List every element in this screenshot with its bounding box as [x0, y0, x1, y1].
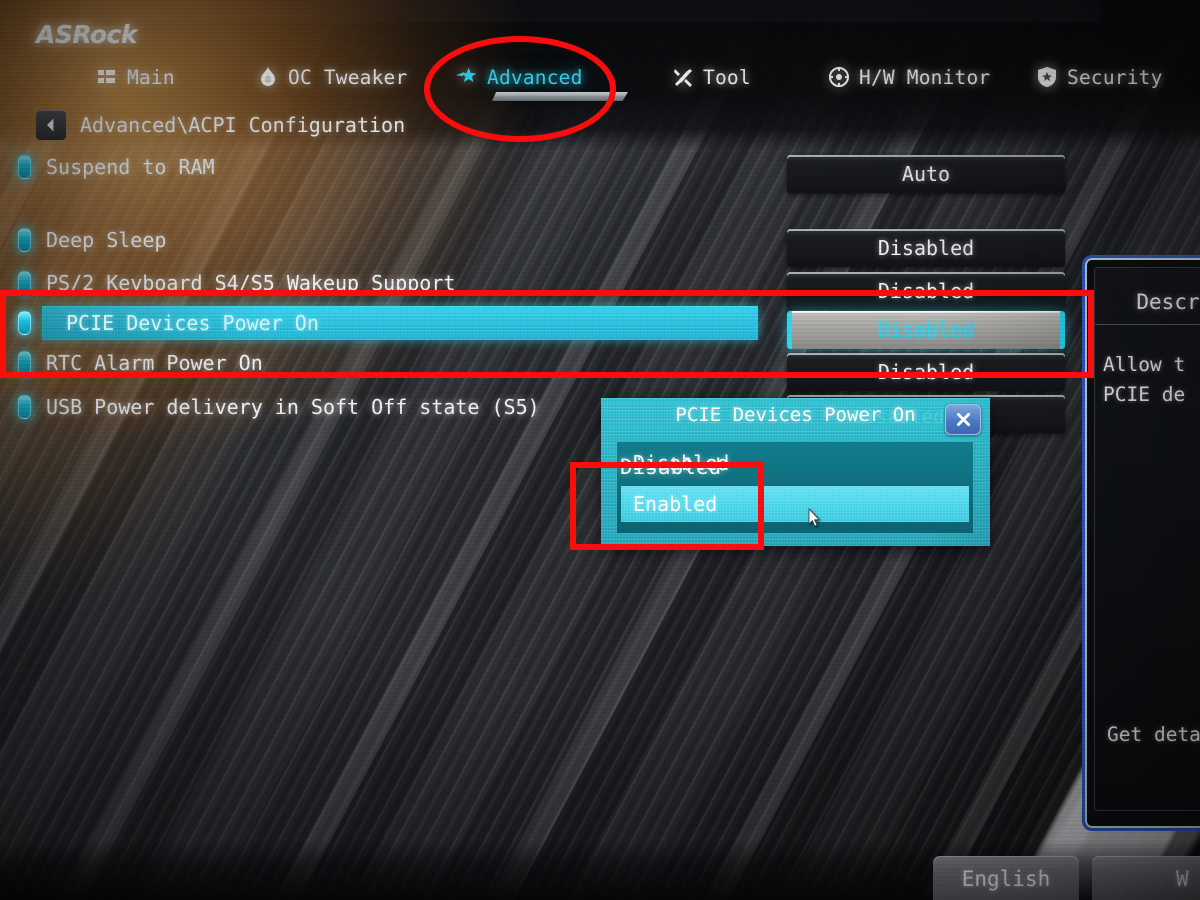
selected-setting-highlight[interactable]: PCIE Devices Power On: [42, 306, 758, 340]
setting-bullet-icon: [18, 271, 31, 295]
description-panel-inner: Descr Allow t PCIE de Get deta: [1094, 267, 1200, 811]
setting-bullet-icon: [18, 155, 31, 179]
setting-label: PS/2 Keyboard S4/S5 Wakeup Support: [46, 271, 456, 295]
value-button-rtc-alarm-power-on[interactable]: Disabled: [787, 353, 1065, 391]
bios-screen: ASRock Main OC Tweaker Advanced Tool H/W…: [0, 0, 1200, 900]
tab-main[interactable]: Main: [96, 60, 175, 94]
asrock-logo: ASRock: [36, 20, 137, 49]
tab-hw-monitor[interactable]: H/W Monitor: [828, 60, 990, 94]
setting-bullet-icon: [18, 351, 31, 375]
partial-bottom-label: W: [1176, 867, 1189, 891]
dialog-option-label: Enabled: [633, 492, 718, 516]
back-arrow-icon[interactable]: [36, 110, 66, 140]
value-text: Disabled: [877, 318, 975, 342]
breadcrumb-path: Advanced\ACPI Configuration: [80, 113, 406, 137]
dialog-title: PCIE Devices Power On: [675, 404, 916, 426]
value-button-pcie-devices-power-on[interactable]: Disabled: [787, 311, 1065, 349]
description-line-2: PCIE de: [1103, 383, 1186, 406]
description-footer: Get deta: [1107, 723, 1200, 746]
ghost-option-text: Disabled: [620, 455, 722, 479]
setting-row-usb-power-delivery-s5[interactable]: USB Power delivery in Soft Off state (S5…: [18, 392, 540, 422]
shooting-star-icon: [456, 66, 478, 88]
partial-bottom-button[interactable]: W: [1092, 856, 1200, 900]
setting-label: USB Power delivery in Soft Off state (S5…: [46, 395, 540, 419]
tab-tool[interactable]: Tool: [672, 60, 751, 94]
setting-label: Deep Sleep: [46, 228, 167, 252]
setting-bullet-icon: [18, 311, 31, 335]
value-button-suspend-to-ram[interactable]: Auto: [787, 155, 1065, 193]
tools-icon: [672, 66, 694, 88]
tab-main-label: Main: [127, 65, 175, 89]
tab-security[interactable]: Security: [1036, 60, 1163, 94]
flame-icon: [257, 66, 279, 88]
tab-security-label: Security: [1067, 65, 1163, 89]
value-button-ps2-keyboard-wakeup[interactable]: Disabled: [787, 272, 1065, 310]
tab-tool-label: Tool: [703, 65, 751, 89]
setting-bullet-icon: [18, 228, 31, 252]
grid-icon: [96, 66, 118, 88]
language-button[interactable]: English: [933, 856, 1079, 900]
description-line-1: Allow t: [1103, 353, 1186, 376]
tab-advanced[interactable]: Advanced: [456, 60, 628, 101]
value-text: Disabled: [877, 236, 975, 260]
setting-bullet-icon: [18, 395, 31, 419]
description-title: Descr: [1095, 290, 1200, 325]
tab-oc-tweaker-label: OC Tweaker: [288, 65, 408, 89]
target-icon: [828, 66, 850, 88]
active-tab-underline: [492, 92, 628, 101]
tab-advanced-label: Advanced: [487, 65, 583, 89]
tab-oc-tweaker[interactable]: OC Tweaker: [257, 60, 407, 94]
dialog-option-enabled[interactable]: Enabled: [621, 486, 969, 522]
breadcrumb: Advanced\ACPI Configuration: [36, 110, 405, 140]
value-button-deep-sleep[interactable]: Disabled: [787, 229, 1065, 267]
close-icon[interactable]: [945, 404, 981, 435]
tab-hw-monitor-label: H/W Monitor: [859, 65, 991, 89]
setting-label: Suspend to RAM: [46, 155, 215, 179]
description-panel: Descr Allow t PCIE de Get deta: [1082, 255, 1200, 831]
screen-bezel-notch: [80, 0, 1100, 22]
value-text: Disabled: [877, 360, 975, 384]
setting-row-deep-sleep[interactable]: Deep Sleep: [18, 225, 166, 255]
setting-row-ps2-keyboard-wakeup[interactable]: PS/2 Keyboard S4/S5 Wakeup Support: [18, 268, 455, 298]
description-body: Allow t PCIE de: [1103, 350, 1200, 410]
setting-label: RTC Alarm Power On: [46, 351, 263, 375]
mouse-pointer-icon: [808, 507, 821, 528]
shield-icon: [1036, 66, 1058, 88]
value-text: Disabled: [877, 279, 975, 303]
setting-row-suspend-to-ram[interactable]: Suspend to RAM: [18, 152, 215, 182]
value-text: Auto: [901, 162, 951, 186]
main-tab-bar: Main OC Tweaker Advanced Tool H/W Monito…: [0, 60, 1200, 102]
language-label: English: [961, 867, 1051, 891]
setting-row-pcie-devices-power-on[interactable]: [18, 308, 31, 338]
setting-label: PCIE Devices Power On: [66, 311, 319, 335]
setting-row-rtc-alarm-power-on[interactable]: RTC Alarm Power On: [18, 348, 263, 378]
